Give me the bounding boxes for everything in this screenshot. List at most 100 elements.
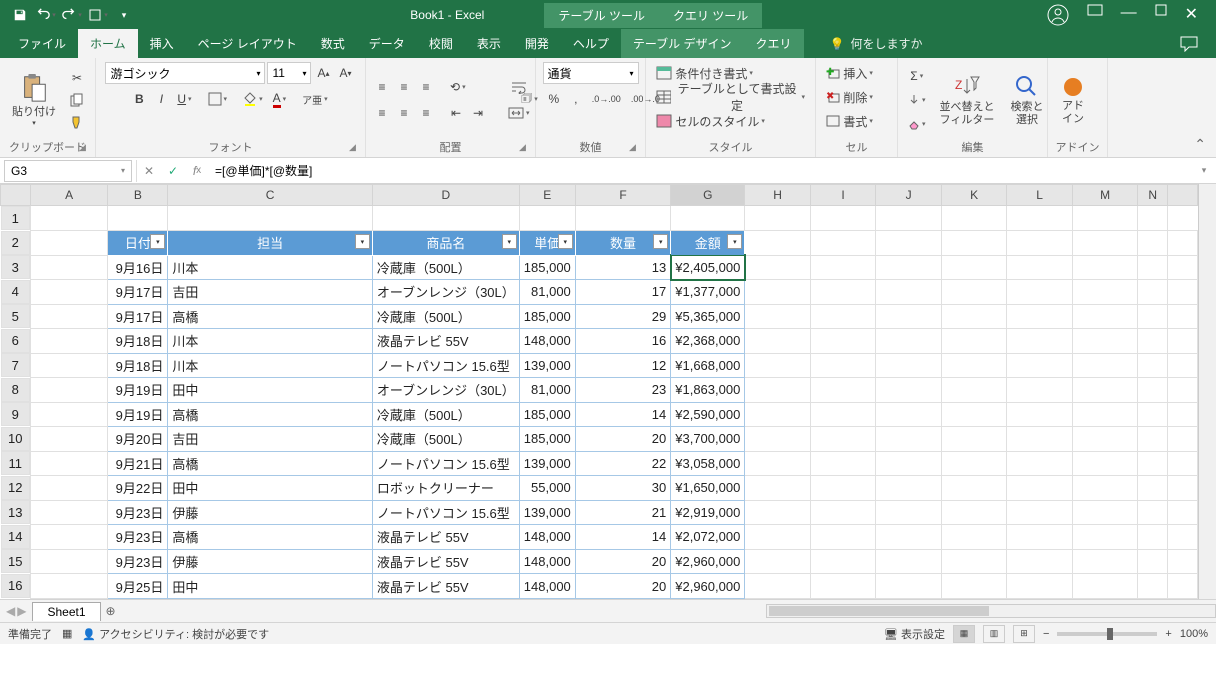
table-cell[interactable]: 185,000 <box>519 427 575 452</box>
decrease-font-icon[interactable]: A▾ <box>336 62 356 84</box>
table-cell[interactable]: 20 <box>575 427 670 452</box>
table-header-5[interactable]: 金額▾ <box>671 231 745 256</box>
table-cell[interactable]: 田中 <box>168 574 373 599</box>
delete-cells-button[interactable]: ✖ 削除 <box>822 86 877 108</box>
filter-icon[interactable]: ▾ <box>558 234 573 249</box>
table-cell[interactable]: 20 <box>575 574 670 599</box>
row-header-14[interactable]: 14 <box>1 525 30 549</box>
font-size-combo[interactable]: 11▾ <box>267 62 311 84</box>
row-header-6[interactable]: 6 <box>1 329 30 353</box>
horizontal-scrollbar[interactable] <box>766 604 1216 618</box>
row-header-13[interactable]: 13 <box>1 500 30 524</box>
table-cell[interactable]: 液晶テレビ 55V <box>372 574 519 599</box>
table-cell[interactable]: 81,000 <box>519 280 575 305</box>
maximize-icon[interactable] <box>1155 4 1167 26</box>
table-cell[interactable]: ¥2,368,000 <box>671 329 745 354</box>
table-cell[interactable]: 9月21日 <box>108 451 168 476</box>
table-cell[interactable]: 20 <box>575 549 670 574</box>
number-launcher[interactable]: ◢ <box>629 142 641 154</box>
accounting-format-icon[interactable]: 🗊 <box>517 88 542 110</box>
table-cell[interactable]: 冷蔵庫（500L） <box>372 255 519 280</box>
name-box[interactable]: G3▾ <box>4 160 132 182</box>
col-header-C[interactable]: C <box>168 185 373 206</box>
tab-developer[interactable]: 開発 <box>513 29 561 58</box>
col-header-B[interactable]: B <box>108 185 168 206</box>
table-cell[interactable]: 高橋 <box>168 525 373 550</box>
zoom-level[interactable]: 100% <box>1180 628 1208 640</box>
table-cell[interactable]: 9月18日 <box>108 329 168 354</box>
table-header-2[interactable]: 商品名▾ <box>372 231 519 256</box>
table-cell[interactable]: 9月18日 <box>108 353 168 378</box>
table-cell[interactable]: 14 <box>575 402 670 427</box>
table-cell[interactable]: 29 <box>575 304 670 329</box>
filter-icon[interactable]: ▾ <box>727 234 742 249</box>
table-cell[interactable]: 22 <box>575 451 670 476</box>
table-cell[interactable]: ロボットクリーナー <box>372 476 519 501</box>
bold-button[interactable]: B <box>129 88 149 110</box>
table-cell[interactable]: オーブンレンジ（30L） <box>372 378 519 403</box>
tab-view[interactable]: 表示 <box>465 29 513 58</box>
enter-formula-icon[interactable]: ✓ <box>161 160 185 182</box>
percent-icon[interactable]: % <box>544 88 564 110</box>
undo-icon[interactable] <box>34 3 58 27</box>
table-cell[interactable]: 139,000 <box>519 353 575 378</box>
tab-home[interactable]: ホーム <box>78 29 138 58</box>
table-header-3[interactable]: 単価▾ <box>519 231 575 256</box>
minimize-icon[interactable]: — <box>1121 4 1137 26</box>
collapse-ribbon-icon[interactable]: ⌃ <box>1194 136 1206 153</box>
table-cell[interactable]: 148,000 <box>519 525 575 550</box>
row-header-16[interactable]: 16 <box>1 574 30 598</box>
table-cell[interactable]: 冷蔵庫（500L） <box>372 304 519 329</box>
table-cell[interactable]: 148,000 <box>519 329 575 354</box>
table-cell[interactable]: 30 <box>575 476 670 501</box>
redo-icon[interactable] <box>60 3 84 27</box>
font-launcher[interactable]: ◢ <box>349 142 361 154</box>
table-cell[interactable]: 液晶テレビ 55V <box>372 549 519 574</box>
tell-me[interactable]: 💡 何をしますか <box>824 29 929 58</box>
align-middle-icon[interactable]: ≡ <box>394 76 414 98</box>
orientation-icon[interactable]: ⟲ <box>446 76 470 98</box>
zoom-out-icon[interactable]: − <box>1043 628 1049 640</box>
table-cell[interactable]: 川本 <box>168 353 373 378</box>
add-sheet-icon[interactable]: ⊕ <box>101 604 121 618</box>
table-cell[interactable]: 高橋 <box>168 451 373 476</box>
table-cell[interactable]: 高橋 <box>168 304 373 329</box>
select-all-corner[interactable] <box>1 185 31 206</box>
expand-formula-icon[interactable]: ▾ <box>1192 160 1216 182</box>
qat-custom-icon[interactable] <box>86 3 110 27</box>
table-cell[interactable]: ノートパソコン 15.6型 <box>372 451 519 476</box>
cancel-formula-icon[interactable]: ✕ <box>137 160 161 182</box>
sort-filter-button[interactable]: AZ 並べ替えと フィルター <box>934 71 1001 127</box>
table-cell[interactable]: 185,000 <box>519 304 575 329</box>
row-header-12[interactable]: 12 <box>1 476 30 500</box>
macro-record-icon[interactable]: ▦ <box>62 627 72 640</box>
table-cell[interactable]: 139,000 <box>519 451 575 476</box>
fill-color-icon[interactable] <box>239 88 267 110</box>
table-cell[interactable]: 田中 <box>168 476 373 501</box>
tab-formulas[interactable]: 数式 <box>309 29 357 58</box>
table-cell[interactable]: ¥2,405,000 <box>671 255 745 280</box>
autosum-icon[interactable]: Σ <box>904 65 930 87</box>
row-header-3[interactable]: 3 <box>1 255 30 279</box>
align-top-icon[interactable]: ≡ <box>372 76 392 98</box>
table-cell[interactable]: 9月25日 <box>108 574 168 599</box>
col-header-A[interactable]: A <box>30 185 107 206</box>
display-settings[interactable]: 🖥 表示設定 <box>884 626 945 642</box>
row-header-7[interactable]: 7 <box>1 353 30 377</box>
comma-icon[interactable]: , <box>566 88 586 110</box>
font-color-icon[interactable]: A <box>269 88 291 110</box>
table-cell[interactable]: 川本 <box>168 255 373 280</box>
col-header-G[interactable]: G <box>671 185 745 206</box>
table-cell[interactable]: ¥3,700,000 <box>671 427 745 452</box>
save-icon[interactable] <box>8 3 32 27</box>
row-header-15[interactable]: 15 <box>1 549 30 573</box>
increase-decimal-icon[interactable]: .0→.00 <box>588 88 625 110</box>
zoom-in-icon[interactable]: + <box>1165 628 1171 640</box>
table-header-0[interactable]: 日付▾ <box>108 231 168 256</box>
account-icon[interactable] <box>1047 4 1069 26</box>
tab-file[interactable]: ファイル <box>6 29 78 58</box>
table-cell[interactable]: 冷蔵庫（500L） <box>372 402 519 427</box>
col-header-M[interactable]: M <box>1072 185 1138 206</box>
table-cell[interactable]: 185,000 <box>519 255 575 280</box>
table-cell[interactable]: 液晶テレビ 55V <box>372 525 519 550</box>
